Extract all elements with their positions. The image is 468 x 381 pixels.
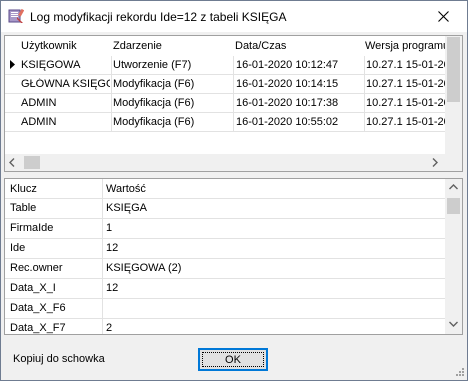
cell-version: 10.27.1 15-01-2020 bbox=[366, 97, 445, 109]
resize-grip-icon[interactable] bbox=[453, 367, 465, 379]
cell-event: Modyfikacja (F6) bbox=[113, 116, 195, 128]
column-header-datetime[interactable]: Data/Czas bbox=[235, 40, 363, 52]
cell-version: 10.27.1 15-01-2020 bbox=[366, 59, 445, 71]
cell-datetime: 16-01-2020 10:14:15 bbox=[236, 78, 339, 90]
window-title: Log modyfikacji rekordu Ide=12 z tabeli … bbox=[30, 10, 287, 24]
detail-key: Data_X_F6 bbox=[10, 302, 66, 314]
cell-event: Modyfikacja (F6) bbox=[113, 78, 195, 90]
cell-version: 10.27.1 15-01-2020 bbox=[366, 116, 445, 128]
detail-grid[interactable]: Klucz Wartość Table KSIĘGA FirmaIde 1 Id… bbox=[4, 178, 463, 335]
chevron-right-icon[interactable] bbox=[432, 158, 438, 167]
cell-user: ADMIN bbox=[21, 116, 57, 128]
list-item[interactable]: Rec.owner KSIĘGOWA (2) bbox=[5, 259, 445, 278]
chevron-down-icon[interactable] bbox=[449, 321, 458, 327]
detail-key: Rec.owner bbox=[10, 262, 63, 274]
column-header-event[interactable]: Zdarzenie bbox=[113, 40, 231, 52]
list-item[interactable]: Ide 12 bbox=[5, 239, 445, 258]
table-row[interactable]: ADMIN Modyfikacja (F6) 16-01-2020 10:55:… bbox=[5, 113, 445, 132]
cell-user: GŁÓWNA KSIĘGOWA bbox=[21, 78, 110, 90]
detail-value: 12 bbox=[106, 242, 119, 254]
close-icon bbox=[438, 11, 449, 22]
list-item[interactable]: Table KSIĘGA bbox=[5, 199, 445, 218]
list-item[interactable]: Data_X_F6 bbox=[5, 299, 445, 318]
detail-key: Table bbox=[10, 202, 37, 214]
detail-value: KSIĘGOWA (2) bbox=[106, 262, 182, 274]
horizontal-scrollbar[interactable] bbox=[5, 154, 445, 171]
detail-value: KSIĘGA bbox=[106, 202, 147, 214]
focus-rect bbox=[202, 352, 264, 367]
detail-key: FirmaIde bbox=[10, 222, 54, 234]
history-grid-header: Użytkownik Zdarzenie Data/Czas Wersja pr… bbox=[5, 36, 445, 56]
cell-datetime: 16-01-2020 10:17:38 bbox=[236, 97, 339, 109]
list-item[interactable]: FirmaIde 1 bbox=[5, 219, 445, 238]
column-divider bbox=[364, 56, 365, 132]
copy-to-clipboard-label[interactable]: Kopiuj do schowka bbox=[13, 353, 105, 365]
column-header-user[interactable]: Użytkownik bbox=[21, 40, 111, 52]
detail-key: Data_X_I bbox=[10, 282, 56, 294]
cell-event: Modyfikacja (F6) bbox=[113, 97, 195, 109]
chevron-left-icon[interactable] bbox=[9, 158, 15, 167]
cell-datetime: 16-01-2020 10:12:47 bbox=[236, 59, 339, 71]
vertical-scrollbar[interactable] bbox=[445, 179, 462, 334]
scroll-corner bbox=[445, 154, 462, 171]
detail-value: 12 bbox=[106, 282, 119, 294]
list-item[interactable]: Data_X_F7 2 bbox=[5, 319, 445, 334]
title-bar: Log modyfikacji rekordu Ide=12 z tabeli … bbox=[1, 1, 467, 32]
cell-user: KSIĘGOWA bbox=[21, 59, 81, 71]
table-row[interactable]: KSIĘGOWA Utworzenie (F7) 16-01-2020 10:1… bbox=[5, 56, 445, 75]
detail-key: Ide bbox=[10, 242, 26, 254]
triangle-right-icon bbox=[10, 60, 15, 69]
close-button[interactable] bbox=[421, 1, 467, 32]
column-divider bbox=[233, 56, 234, 132]
scrollbar-thumb[interactable] bbox=[24, 156, 40, 169]
row-divider bbox=[5, 131, 445, 132]
database-log-icon bbox=[8, 8, 24, 23]
list-item[interactable]: Data_X_I 12 bbox=[5, 279, 445, 298]
column-header-value[interactable]: Wartość bbox=[106, 183, 146, 195]
column-divider bbox=[111, 56, 112, 132]
scrollbar-thumb[interactable] bbox=[447, 198, 460, 214]
column-divider bbox=[102, 179, 103, 334]
column-header-key[interactable]: Klucz bbox=[10, 183, 37, 195]
cell-user: ADMIN bbox=[21, 97, 57, 109]
cell-event: Utworzenie (F7) bbox=[113, 59, 192, 71]
chevron-up-icon[interactable] bbox=[449, 184, 458, 190]
ok-button[interactable]: OK bbox=[198, 348, 268, 371]
detail-grid-header: Klucz Wartość bbox=[5, 179, 445, 198]
scrollbar-thumb[interactable] bbox=[447, 37, 460, 102]
table-row[interactable]: GŁÓWNA KSIĘGOWA Modyfikacja (F6) 16-01-2… bbox=[5, 75, 445, 94]
detail-key: Data_X_F7 bbox=[10, 322, 66, 334]
detail-value: 2 bbox=[106, 322, 113, 334]
detail-value: 1 bbox=[106, 222, 113, 234]
table-row[interactable]: ADMIN Modyfikacja (F6) 16-01-2020 10:17:… bbox=[5, 94, 445, 113]
column-header-version[interactable]: Wersja programu bbox=[365, 40, 445, 52]
dialog-window: Log modyfikacji rekordu Ide=12 z tabeli … bbox=[0, 0, 468, 381]
history-grid[interactable]: Użytkownik Zdarzenie Data/Czas Wersja pr… bbox=[4, 35, 463, 172]
cell-datetime: 16-01-2020 10:55:02 bbox=[236, 116, 339, 128]
vertical-scrollbar[interactable] bbox=[445, 36, 462, 154]
cell-version: 10.27.1 15-01-2020 bbox=[366, 78, 445, 90]
